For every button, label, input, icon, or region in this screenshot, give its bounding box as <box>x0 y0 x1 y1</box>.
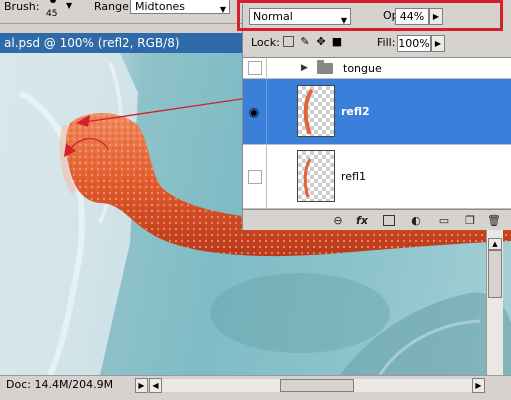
layer-row-refl1[interactable]: refl1 <box>243 145 511 209</box>
lock-label: Lock: <box>251 36 280 49</box>
brush-tip-icon <box>50 0 56 3</box>
scroll-left-icon[interactable]: ◀ <box>149 378 162 393</box>
thumbnail-art <box>303 88 314 135</box>
fx-icon[interactable]: fx <box>355 214 369 227</box>
layer-row-tongue[interactable]: ▶ tongue <box>243 58 511 79</box>
link-icon[interactable]: ⊖ <box>331 214 345 227</box>
ice-block <box>0 53 138 375</box>
visibility-cell <box>243 58 267 78</box>
adjustment-icon[interactable]: ◐ <box>409 214 423 227</box>
layer-thumbnail <box>297 150 335 202</box>
visibility-cell: ◉ <box>243 79 267 144</box>
annotation-highlight-box <box>237 0 503 31</box>
horizontal-scroll-thumb[interactable] <box>280 379 354 392</box>
brush-preset-picker[interactable] <box>42 0 64 9</box>
visibility-toggle[interactable] <box>248 61 262 75</box>
status-bar: Doc: 14.4M/204.9M ▶ ◀ ▶ <box>0 375 511 400</box>
mask-icon[interactable] <box>383 215 395 226</box>
expand-arrow-icon[interactable]: ▶ <box>301 63 308 73</box>
document-title-bar[interactable]: al.psd @ 100% (refl2, RGB/8) <box>0 33 245 53</box>
lock-transparency-icon[interactable] <box>283 36 294 47</box>
layer-name: tongue <box>343 62 382 75</box>
layer-name: refl2 <box>341 105 370 118</box>
layers-panel-footer: ⊖ fx ◐ ▭ ❐ 🗑 <box>243 209 511 230</box>
vertical-scroll-thumb[interactable] <box>488 250 502 298</box>
lock-position-move-icon[interactable]: ✥ <box>315 36 327 48</box>
brush-dropdown-icon[interactable]: ▼ <box>66 1 72 10</box>
eye-icon[interactable]: ◉ <box>246 106 262 118</box>
fill-label: Fill: <box>377 36 396 49</box>
horizontal-scrollbar[interactable] <box>162 379 472 392</box>
trash-icon[interactable]: 🗑 <box>487 214 501 227</box>
layers-panel: Normal ▼ Opacity: 44% ▶ Lock: ✎ ✥ ■ Fill… <box>242 4 511 230</box>
document-title: al.psd @ 100% (refl2, RGB/8) <box>4 36 180 50</box>
fill-input[interactable]: 100% <box>397 35 431 52</box>
visibility-cell <box>243 145 267 208</box>
range-select[interactable]: Midtones ▼ <box>130 0 230 14</box>
brush-size-value: 45 <box>46 9 58 19</box>
doc-size-info: Doc: 14.4M/204.9M <box>6 378 114 391</box>
scroll-up-icon[interactable]: ▲ <box>488 238 502 250</box>
folder-icon[interactable]: ▭ <box>437 214 451 227</box>
range-label: Range: <box>94 0 133 13</box>
brush-label: Brush: <box>4 0 40 13</box>
layer-name: refl1 <box>341 170 366 183</box>
folder-icon <box>317 60 333 74</box>
fill-slider-icon[interactable]: ▶ <box>431 35 445 52</box>
new-layer-icon[interactable]: ❐ <box>463 214 477 227</box>
layers-list: ▶ tongue ◉ refl2 refl1 <box>243 57 511 209</box>
chevron-down-icon: ▼ <box>219 5 226 14</box>
lock-row: Lock: ✎ ✥ ■ Fill: 100% ▶ <box>243 32 511 54</box>
visibility-toggle[interactable] <box>248 170 262 184</box>
lock-pixels-brush-icon[interactable]: ✎ <box>299 36 311 48</box>
layer-thumbnail <box>297 85 335 137</box>
range-value: Midtones <box>135 0 186 13</box>
lock-all-icon[interactable]: ■ <box>331 36 343 48</box>
scroll-right-icon[interactable]: ▶ <box>472 378 485 393</box>
thumbnail-art <box>303 158 312 198</box>
layer-row-refl2[interactable]: ◉ refl2 <box>243 79 511 145</box>
status-menu-arrow-icon[interactable]: ▶ <box>135 378 148 393</box>
